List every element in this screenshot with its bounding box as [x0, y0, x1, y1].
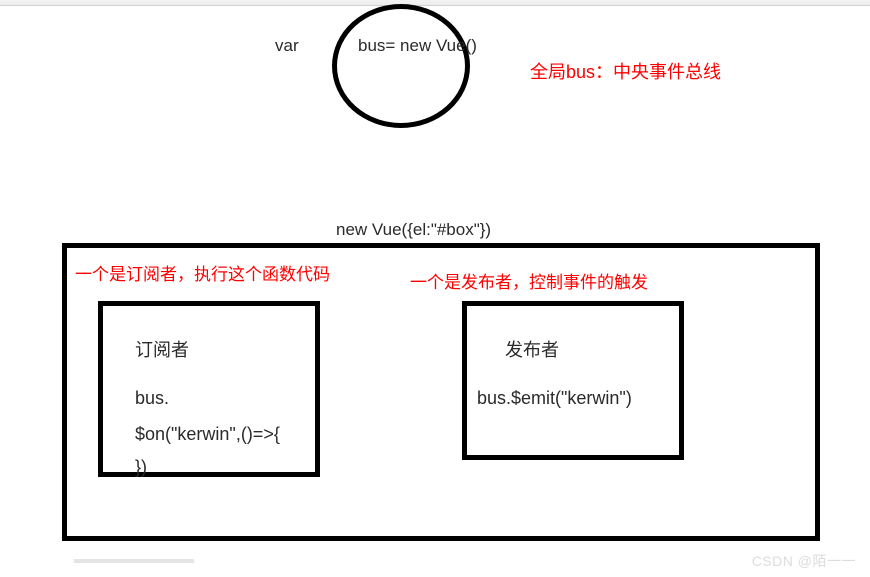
subscriber-code-line3: }) [135, 457, 147, 478]
shadow-decoration [74, 559, 194, 563]
publisher-annotation: 一个是发布者，控制事件的触发 [410, 268, 648, 293]
window-top-edge [0, 0, 870, 6]
bus-circle [332, 4, 470, 128]
var-keyword-text: var [275, 36, 299, 56]
publisher-box [462, 301, 684, 460]
subscriber-code-line1: bus. [135, 388, 169, 409]
publisher-code: bus.$emit("kerwin") [477, 388, 632, 409]
subscriber-annotation: 一个是订阅者，执行这个函数代码 [75, 260, 330, 285]
global-bus-annotation: 全局bus：中央事件总线 [530, 58, 721, 84]
subscriber-title: 订阅者 [135, 336, 189, 362]
subscriber-code-line2: $on("kerwin",()=>{ [135, 424, 280, 445]
new-vue-el-code: new Vue({el:"#box"}) [336, 220, 491, 240]
subscriber-box [98, 301, 320, 477]
bus-new-vue-code: bus= new Vue() [358, 36, 477, 56]
publisher-title: 发布者 [505, 336, 559, 362]
csdn-watermark: CSDN @陌一一 [752, 551, 856, 571]
